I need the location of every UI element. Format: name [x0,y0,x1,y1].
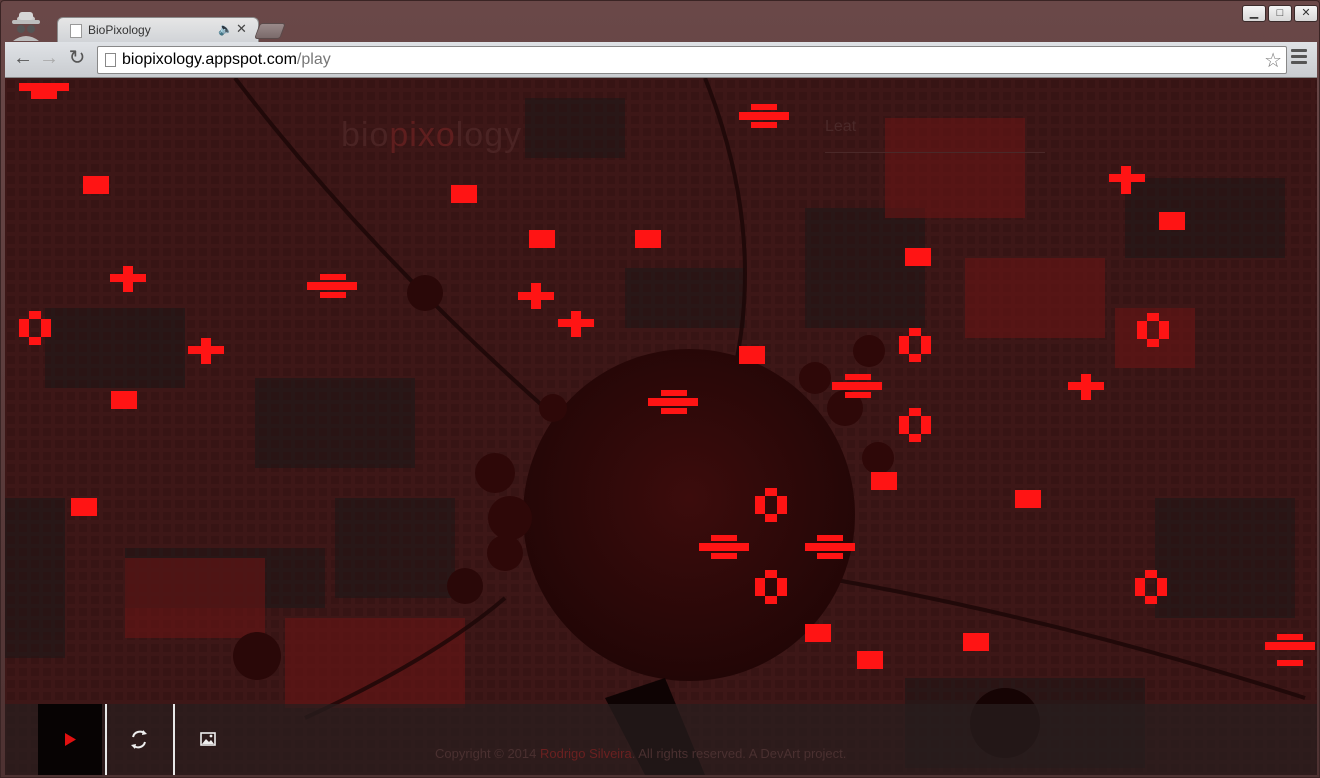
game-canvas[interactable] [5,78,1317,775]
game-viewport[interactable]: biopixology Leat Copyright © 2014 Rodrig… [5,78,1317,775]
author-link[interactable]: Rodrigo Silveira [540,746,632,761]
refresh-icon [131,730,147,749]
tab-close-icon[interactable]: ✕ [236,21,247,37]
minimize-button[interactable]: ▁ [1242,5,1266,22]
address-bar[interactable]: biopixology.appspot.com/play ☆ [97,46,1287,74]
browser-window: BioPixology 🔈 ✕ ▁ □ ✕ ← → ↻ biopixology.… [0,0,1320,778]
play-button[interactable] [38,704,102,775]
site-logo: biopixology [341,116,523,154]
page-icon [105,53,116,67]
copyright-text: Copyright © 2014 Rodrigo Silveira. All r… [435,746,847,761]
tab-biopixology[interactable]: BioPixology 🔈 ✕ [57,17,259,44]
search-input[interactable]: Leat [825,118,1045,153]
forward-arrow-icon[interactable]: → [37,46,61,70]
menu-icon[interactable] [1291,49,1307,69]
incognito-icon [9,9,43,41]
title-bar: BioPixology 🔈 ✕ ▁ □ ✕ [1,1,1319,44]
tab-title: BioPixology [88,23,151,37]
image-button[interactable] [175,704,239,775]
bookmark-star-icon[interactable]: ☆ [1264,48,1282,73]
play-icon [65,733,76,746]
browser-toolbar: ← → ↻ biopixology.appspot.com/play ☆ [5,42,1317,78]
page-icon [70,24,82,38]
back-arrow-icon[interactable]: ← [11,46,35,70]
image-icon [200,732,216,746]
control-bar: Copyright © 2014 Rodrigo Silveira. All r… [5,704,1317,775]
url-text[interactable]: biopixology.appspot.com/play [122,51,331,69]
maximize-button[interactable]: □ [1268,5,1292,22]
refresh-button[interactable] [107,704,171,775]
close-window-button[interactable]: ✕ [1294,5,1318,22]
reload-icon[interactable]: ↻ [65,46,89,70]
new-tab-button[interactable] [254,23,286,39]
speaker-icon: 🔈 [218,22,233,36]
